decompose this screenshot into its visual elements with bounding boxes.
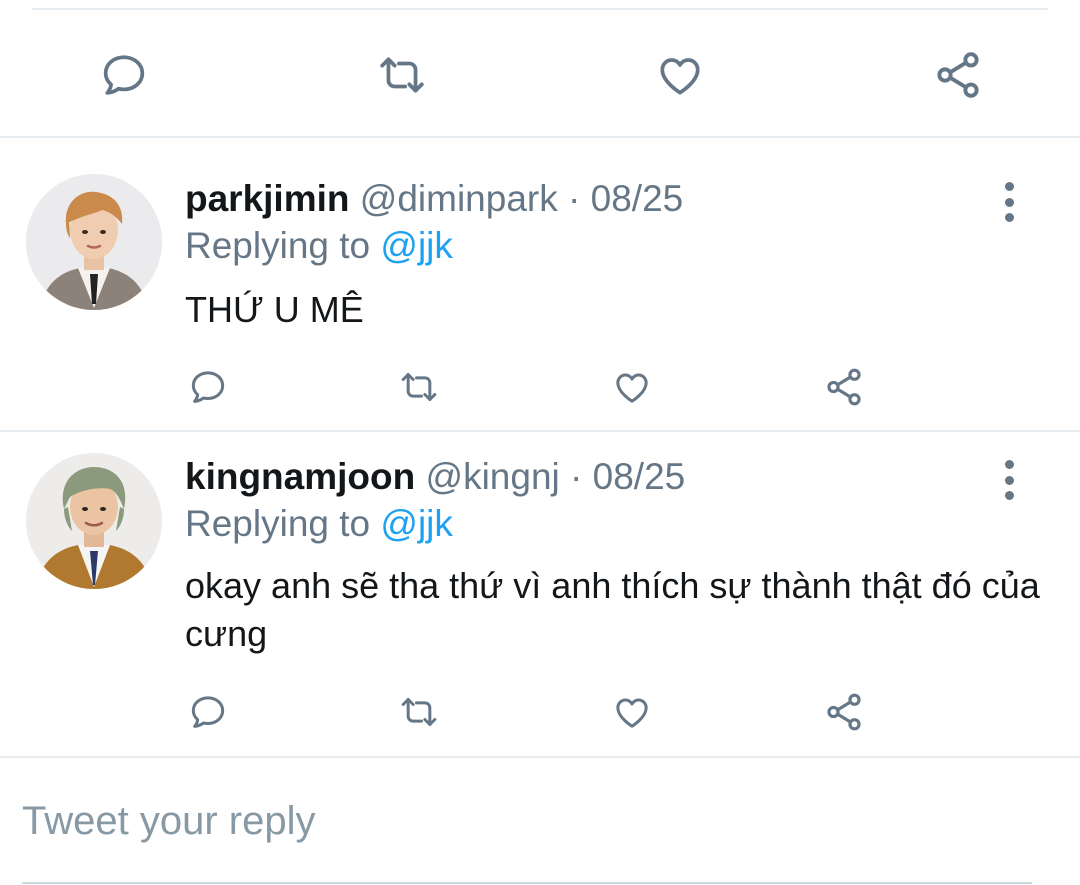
more-dot: [1004, 460, 1014, 469]
like-button[interactable]: [610, 691, 654, 733]
comment-button[interactable]: [186, 366, 230, 408]
more-dot: [1004, 475, 1014, 485]
replying-to: Replying to @jjk: [185, 502, 453, 546]
input-underline: [22, 882, 1032, 884]
avatar[interactable]: [26, 453, 162, 589]
divider: [0, 430, 1080, 432]
like-button[interactable]: [610, 366, 654, 408]
tweet-reply-input[interactable]: Tweet your reply: [22, 790, 1032, 852]
retweet-icon: [401, 698, 437, 726]
divider: [0, 136, 1080, 138]
handle[interactable]: @kingnj: [426, 456, 560, 497]
handle[interactable]: @diminpark: [360, 178, 558, 219]
like-icon: [616, 373, 648, 403]
share-button[interactable]: [930, 48, 986, 102]
share-icon: [827, 693, 861, 731]
replying-to: Replying to @jjk: [185, 224, 453, 268]
tweet-header: parkjimin @diminpark · 08/25: [185, 177, 683, 221]
more-dot: [1004, 182, 1014, 191]
retweet-button[interactable]: [395, 691, 443, 733]
like-icon: [660, 58, 700, 95]
tweet-text: THỨ U MÊ: [185, 289, 364, 330]
avatar[interactable]: [26, 174, 162, 310]
share-button[interactable]: [822, 366, 866, 408]
like-button[interactable]: [652, 48, 708, 102]
comment-icon: [191, 371, 225, 403]
mention-link[interactable]: @jjk: [380, 225, 453, 266]
separator: ·: [559, 456, 593, 497]
retweet-icon: [401, 373, 437, 401]
comment-icon: [191, 696, 225, 728]
more-options-button[interactable]: [996, 460, 1022, 500]
display-name[interactable]: kingnamjoon: [185, 456, 415, 497]
divider: [0, 756, 1080, 758]
separator: ·: [557, 178, 591, 219]
comment-button[interactable]: [186, 691, 230, 733]
retweet-button[interactable]: [395, 366, 443, 408]
replying-to-label: Replying to: [185, 225, 381, 266]
tweet-text: okay anh sẽ tha thứ vì anh thích sự thàn…: [185, 565, 1040, 654]
replying-to-label: Replying to: [185, 503, 381, 544]
mention-link[interactable]: @jjk: [380, 503, 453, 544]
retweet-icon: [380, 57, 424, 93]
comment-icon: [103, 55, 145, 95]
share-icon: [827, 368, 861, 406]
display-name[interactable]: parkjimin: [185, 178, 350, 219]
more-options-button[interactable]: [996, 182, 1022, 222]
share-icon: [937, 52, 979, 98]
avatar-kingnamjoon: [26, 453, 162, 589]
tweet-header: kingnamjoon @kingnj · 08/25: [185, 455, 685, 499]
share-button[interactable]: [822, 691, 866, 733]
retweet-button[interactable]: [372, 48, 432, 102]
top-divider: [32, 8, 1048, 10]
more-dot: [1004, 491, 1014, 500]
timestamp: 08/25: [590, 178, 684, 219]
comment-button[interactable]: [96, 48, 152, 102]
avatar-parkjimin: [26, 174, 162, 310]
like-icon: [616, 698, 648, 728]
timestamp: 08/25: [592, 456, 686, 497]
more-dot: [1004, 213, 1014, 222]
more-dot: [1004, 197, 1014, 207]
